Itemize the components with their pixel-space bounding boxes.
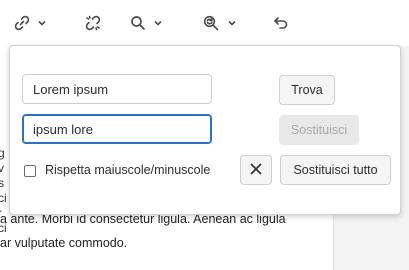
replace-all-button[interactable]: Sostituisci tutto [280, 155, 391, 185]
find-input[interactable] [22, 74, 212, 104]
find-replace-icon [201, 13, 221, 33]
replace-button[interactable]: Sostituisci [279, 115, 359, 145]
chevron-down-icon [227, 18, 237, 28]
replace-input[interactable] [22, 114, 212, 144]
find-replace-button[interactable] [196, 10, 242, 36]
close-icon [250, 163, 262, 178]
unlink-icon [84, 14, 102, 32]
unlink-button[interactable] [80, 10, 106, 36]
chevron-down-icon [153, 18, 163, 28]
search-icon [129, 14, 147, 32]
editor-toolbar [0, 0, 409, 46]
chevron-down-icon [37, 18, 47, 28]
link-button[interactable] [8, 10, 52, 36]
search-button[interactable] [124, 10, 168, 36]
clear-button[interactable] [240, 155, 272, 185]
undo-button[interactable] [268, 10, 294, 36]
undo-icon [272, 14, 290, 32]
link-icon [13, 14, 31, 32]
document-text-line: ar vulputate commodo. [0, 236, 128, 250]
find-replace-dialog: Trova Sostituisci Rispetta maiuscole/min… [9, 45, 401, 215]
find-button[interactable]: Trova [279, 75, 335, 105]
match-case-label: Rispetta maiuscole/minuscole [45, 163, 211, 177]
match-case-checkbox[interactable] [24, 165, 36, 177]
